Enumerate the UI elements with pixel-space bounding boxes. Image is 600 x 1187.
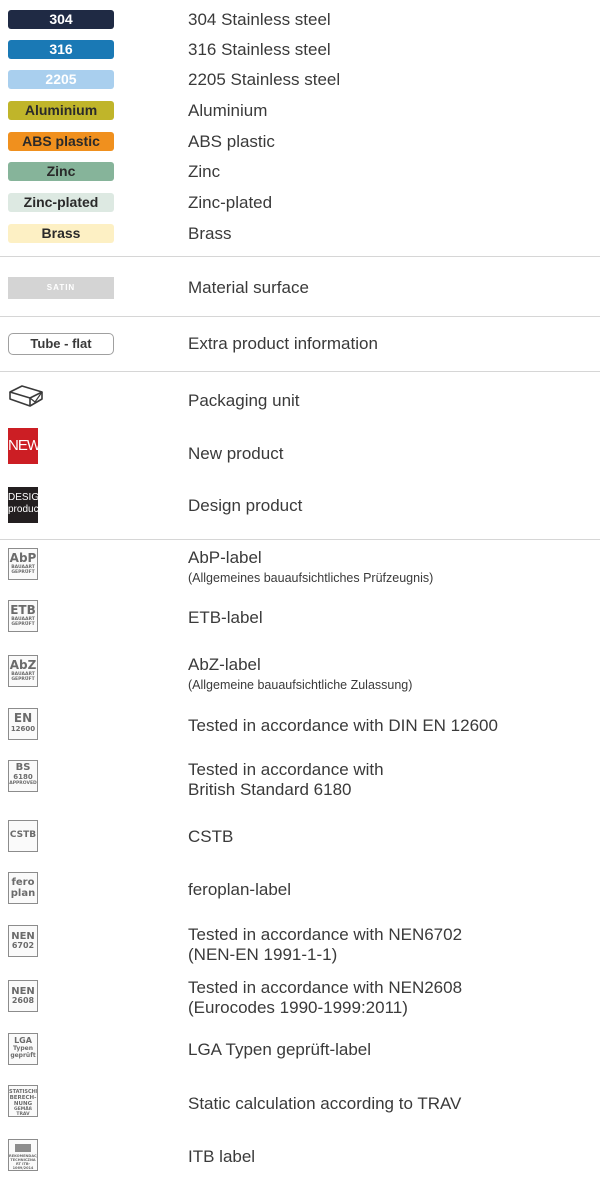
packaging-unit-label: Packaging unit bbox=[188, 391, 300, 410]
material-2205-label: 2205 Stainless steel bbox=[188, 70, 341, 89]
satin-surface-swatch: SATIN bbox=[8, 277, 114, 299]
etb-logo: ETB BAUAART GEPRÜFT bbox=[8, 600, 38, 632]
nen-2608-label: Tested in accordance with NEN2608 (Euroc… bbox=[188, 978, 463, 1017]
box-icon bbox=[8, 383, 44, 409]
trav-logo: STATISCHE BERECH- NUNG GEMÄß TRAV bbox=[8, 1085, 38, 1117]
trav-label: Static calculation according to TRAV bbox=[188, 1094, 462, 1113]
divider bbox=[0, 256, 600, 257]
abz-label: AbZ-label (Allgemeine bauaufsichtliche Z… bbox=[188, 655, 413, 692]
itb-label: ITB label bbox=[188, 1147, 256, 1166]
nen-2608-logo: NEN 2608 bbox=[8, 980, 38, 1012]
tube-flat-tag: Tube - flat bbox=[8, 333, 114, 355]
nen-6702-logo: NEN 6702 bbox=[8, 925, 38, 957]
en-12600-logo: EN 12600 bbox=[8, 708, 38, 740]
material-surface-label: Material surface bbox=[188, 278, 309, 297]
abp-label: AbP-label (Allgemeines bauaufsichtliches… bbox=[188, 548, 434, 585]
material-316-label: 316 Stainless steel bbox=[188, 40, 331, 59]
design-badge: DESIGN product bbox=[8, 487, 47, 523]
swatch-aluminium: Aluminium bbox=[8, 101, 114, 120]
swatch-304: 304 bbox=[8, 10, 114, 29]
swatch-316: 316 bbox=[8, 40, 114, 59]
divider bbox=[0, 539, 600, 540]
feroplan-label: feroplan-label bbox=[188, 880, 292, 899]
divider bbox=[0, 316, 600, 317]
swatch-zinc-plated: Zinc-plated bbox=[8, 193, 114, 212]
material-zinc-plated-label: Zinc-plated bbox=[188, 193, 273, 212]
bs-6180-logo: BS 6180 APPROVED bbox=[8, 760, 38, 792]
abp-logo: AbP BAUAART GEPRÜFT bbox=[8, 548, 38, 580]
abz-logo: AbZ BAUAART GEPRÜFT bbox=[8, 655, 38, 687]
cstb-label: CSTB bbox=[188, 827, 234, 846]
new-badge: NEW bbox=[8, 428, 41, 464]
material-304-label: 304 Stainless steel bbox=[188, 10, 331, 29]
swatch-brass: Brass bbox=[8, 224, 114, 243]
swatch-abs-plastic: ABS plastic bbox=[8, 132, 114, 151]
itb-mark bbox=[15, 1144, 31, 1152]
itb-logo: REKOMENDACJA TECHNICZNA RT ITB-1069/2014 bbox=[8, 1139, 38, 1171]
material-abs-plastic-label: ABS plastic bbox=[188, 132, 275, 151]
swatch-zinc: Zinc bbox=[8, 162, 114, 181]
cstb-logo: CSTB bbox=[8, 820, 38, 852]
en-12600-label: Tested in accordance with DIN EN 12600 bbox=[188, 716, 498, 735]
design-badge-line1: DESIGN bbox=[8, 492, 47, 503]
design-badge-line2: product bbox=[8, 504, 42, 515]
extra-info-label: Extra product information bbox=[188, 334, 378, 353]
etb-label: ETB-label bbox=[188, 608, 263, 627]
swatch-2205: 2205 bbox=[8, 70, 114, 89]
new-product-label: New product bbox=[188, 444, 284, 463]
material-brass-label: Brass bbox=[188, 224, 232, 243]
nen-6702-label: Tested in accordance with NEN6702 (NEN-E… bbox=[188, 925, 463, 964]
material-aluminium-label: Aluminium bbox=[188, 101, 268, 120]
material-zinc-label: Zinc bbox=[188, 162, 221, 181]
bs-6180-label: Tested in accordance with British Standa… bbox=[188, 760, 384, 799]
divider bbox=[0, 371, 600, 372]
lga-label: LGA Typen geprüft-label bbox=[188, 1040, 372, 1059]
design-product-label: Design product bbox=[188, 496, 303, 515]
lga-logo: LGA Typen geprüft bbox=[8, 1033, 38, 1065]
feroplan-logo: fero plan bbox=[8, 872, 38, 904]
